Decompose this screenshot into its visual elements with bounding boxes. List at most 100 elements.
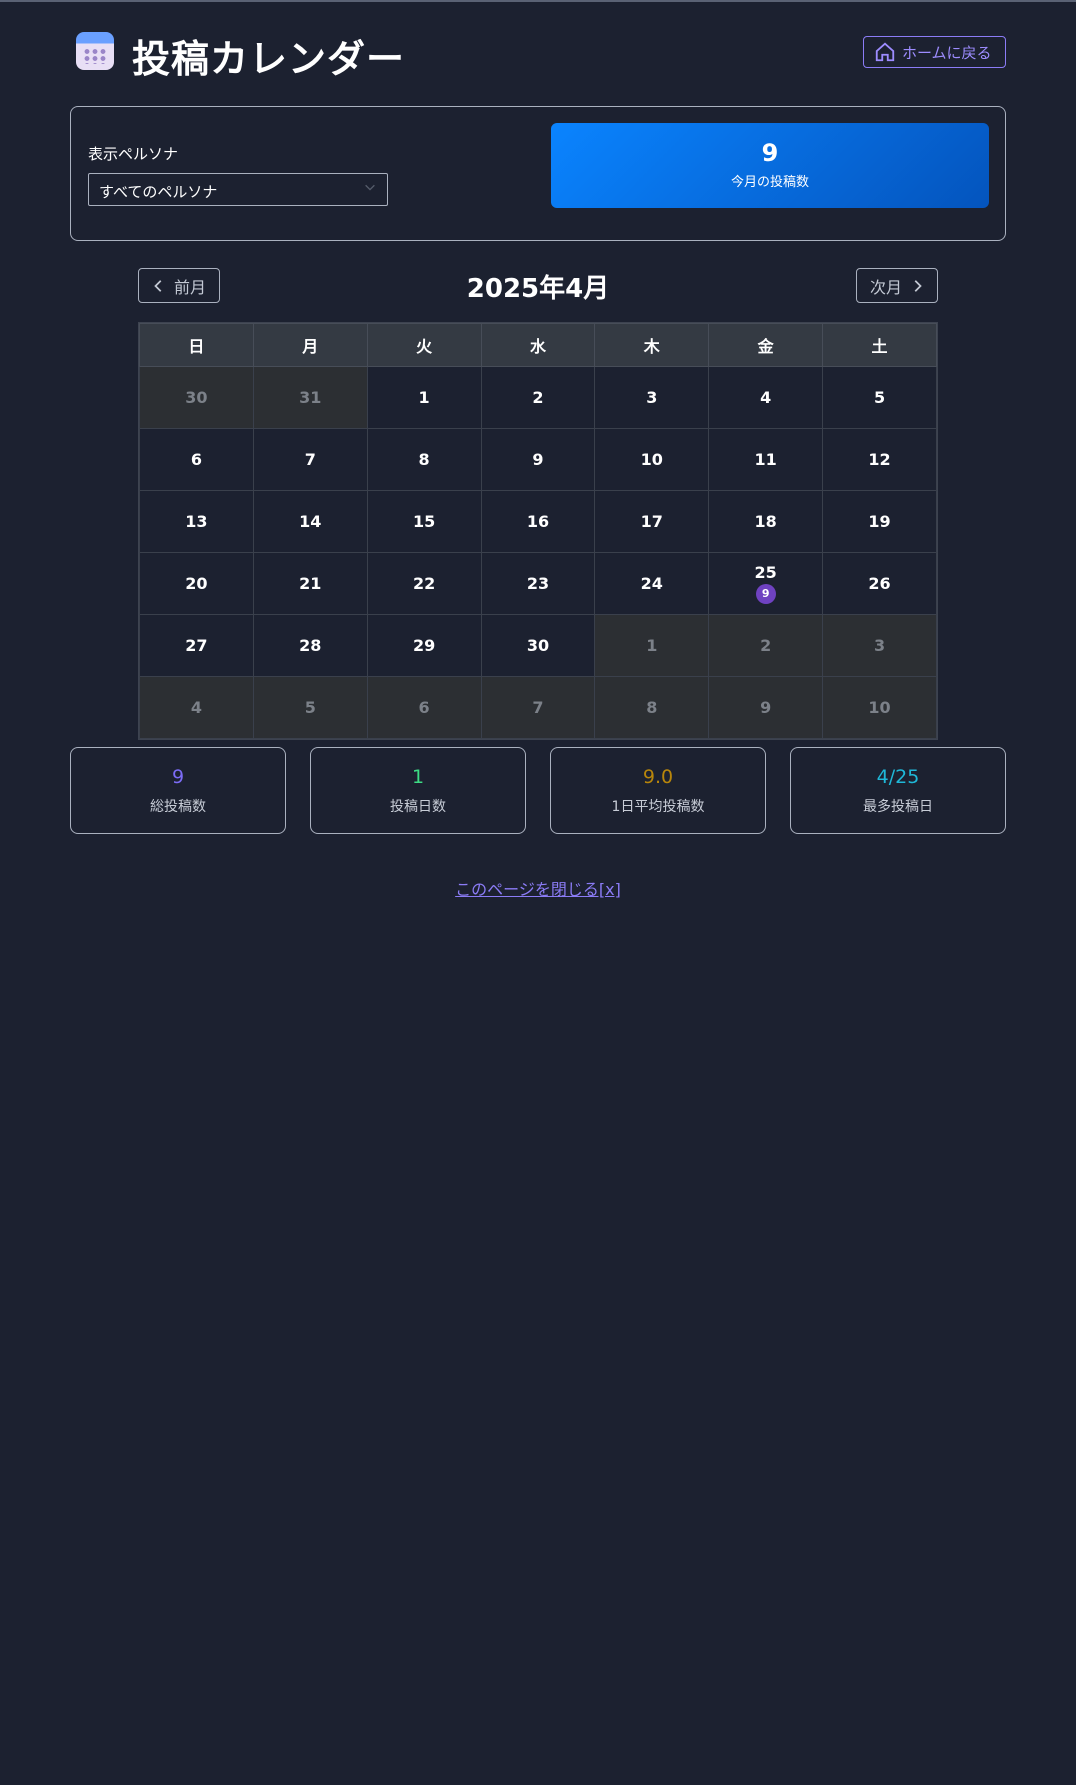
day-number: 10 [868,698,891,717]
calendar-day[interactable]: 12 [822,428,937,491]
day-number: 12 [868,450,891,469]
calendar-day[interactable]: 28 [252,614,368,677]
stat-value: 1 [411,766,425,788]
calendar-day-other-month[interactable]: 7 [480,676,596,739]
day-number: 30 [526,636,550,655]
day-number: 25 [754,563,777,582]
page-header: 投稿カレンダー ホームに戻る [76,30,1006,81]
month-post-count-value: 9 [761,139,779,167]
calendar-day[interactable]: 4 [708,366,824,429]
calendar-day[interactable]: 5 [822,366,937,429]
calendar-day-other-month[interactable]: 3 [822,614,937,677]
calendar-day[interactable]: 16 [480,490,596,553]
day-number: 1 [418,388,430,407]
calendar-day[interactable]: 17 [594,490,710,553]
post-count-badge: 9 [755,584,776,604]
filter-panel: 表示ペルソナ すべてのペルソナ 9 今月の投稿数 [70,106,1006,241]
close-page-link[interactable]: このページを閉じる[x] [455,880,621,899]
day-number: 27 [185,636,208,655]
next-month-button[interactable]: 次月 [856,268,938,303]
chevron-left-icon [154,279,162,292]
calendar-week: 4 5 6 7 8 9 10 [139,676,937,739]
day-number: 6 [190,450,202,469]
calendar-day-other-month[interactable]: 2 [708,614,824,677]
calendar-day[interactable]: 13 [139,490,254,553]
calendar-day-other-month[interactable]: 6 [366,676,482,739]
day-number: 19 [868,512,891,531]
weekday-header: 金 [708,323,824,367]
calendar-day[interactable]: 22 [366,552,482,615]
stat-total-posts: 9 総投稿数 [70,747,286,834]
day-number: 18 [754,512,777,531]
month-post-count-label: 今月の投稿数 [730,175,809,190]
calendar-day[interactable]: 7 [252,428,368,491]
prev-month-button[interactable]: 前月 [138,268,220,303]
persona-label: 表示ペルソナ [88,145,179,163]
calendar-day[interactable]: 19 [822,490,937,553]
day-number: 11 [754,450,777,469]
calendar-day-other-month[interactable]: 10 [822,676,937,739]
calendar-day[interactable]: 23 [480,552,596,615]
calendar-day[interactable]: 6 [139,428,254,491]
calendar-day-other-month[interactable]: 5 [252,676,368,739]
day-number: 7 [532,698,544,717]
calendar-week: 13 14 15 16 17 18 19 [139,490,937,553]
calendar-day[interactable]: 27 [139,614,254,677]
calendar-day[interactable]: 18 [708,490,824,553]
month-navigation: 2025年4月 前月 次月 [138,268,938,304]
day-number: 16 [526,512,550,531]
calendar-day-other-month[interactable]: 31 [252,366,368,429]
day-number: 26 [868,574,891,593]
day-number: 17 [640,512,663,531]
day-number: 20 [185,574,208,593]
calendar-day[interactable]: 3 [594,366,710,429]
day-number: 10 [640,450,663,469]
calendar-day[interactable]: 2 [480,366,596,429]
day-number: 9 [532,450,544,469]
calendar-day[interactable]: 24 [594,552,710,615]
calendar-day[interactable]: 1 [366,366,482,429]
persona-select[interactable]: すべてのペルソナ [88,173,388,206]
day-number: 28 [299,636,322,655]
close-page-link-wrap: このページを閉じる[x] [0,876,1076,900]
calendar-day[interactable]: 30 [480,614,596,677]
weekday-header: 日 [139,323,254,367]
day-number: 1 [646,636,658,655]
persona-select-value: すべてのペルソナ [99,183,218,201]
day-number: 2 [760,636,772,655]
calendar-day[interactable]: 21 [252,552,368,615]
calendar-day[interactable]: 9 [480,428,596,491]
calendar-day-other-month[interactable]: 8 [594,676,710,739]
stat-daily-average: 9.0 1日平均投稿数 [550,747,766,834]
month-post-count-card: 9 今月の投稿数 [551,123,989,208]
calendar-day[interactable]: 10 [594,428,710,491]
home-icon [875,42,895,62]
home-button-label: ホームに戻る [902,43,992,62]
calendar-day[interactable]: 14 [252,490,368,553]
calendar-week: 30 31 1 2 3 4 5 [139,366,937,429]
day-number: 2 [532,388,544,407]
weekday-header: 月 [252,323,368,367]
calendar-day-other-month[interactable]: 1 [594,614,710,677]
calendar-day-other-month[interactable]: 9 [708,676,824,739]
stat-value: 4/25 [876,766,920,788]
home-button[interactable]: ホームに戻る [863,36,1006,68]
calendar-day[interactable]: 29 [366,614,482,677]
day-number: 5 [304,698,316,717]
month-title: 2025年4月 [466,274,610,304]
calendar-day[interactable]: 20 [139,552,254,615]
calendar-day[interactable]: 11 [708,428,824,491]
weekday-header: 木 [594,323,710,367]
calendar-day-other-month[interactable]: 30 [139,366,254,429]
calendar-day[interactable]: 25 9 [708,552,824,615]
calendar-week: 20 21 22 23 24 25 9 26 [139,552,937,615]
day-number: 4 [760,388,772,407]
calendar-day-other-month[interactable]: 4 [139,676,254,739]
stats-row: 9 総投稿数 1 投稿日数 9.0 1日平均投稿数 4/25 最多投稿日 [70,747,1006,834]
calendar-day[interactable]: 15 [366,490,482,553]
calendar-day[interactable]: 26 [822,552,937,615]
weekday-header: 水 [480,323,596,367]
calendar-day[interactable]: 8 [366,428,482,491]
stat-value: 9 [171,766,185,788]
stat-label: 最多投稿日 [863,799,933,815]
